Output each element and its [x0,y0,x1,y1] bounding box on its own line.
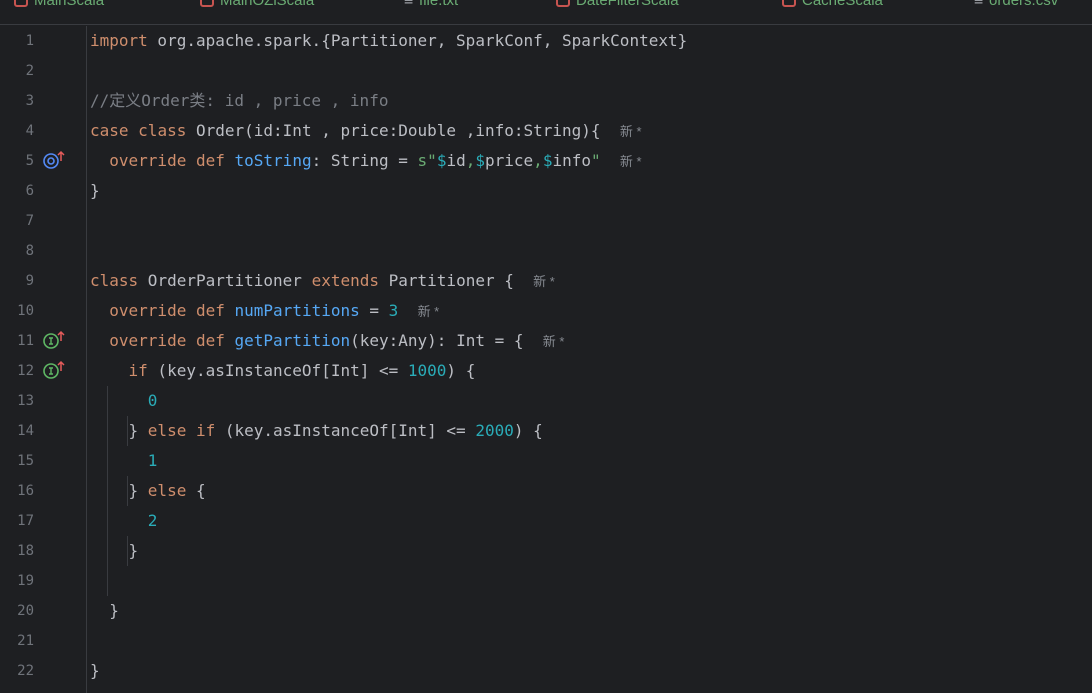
line-number: 20 [17,603,34,619]
code-line: if (key.asInstanceOf[Int] <= 1000) { [128,361,476,380]
tab-label: MainOZiScala [220,0,315,9]
tab-main-scala[interactable]: MainScala [14,0,105,9]
code-line: import org.apache.spark.{Partitioner, Sp… [90,31,688,50]
code-line: class OrderPartitioner extends Partition… [90,271,555,290]
tab-orders-csv[interactable]: ≡ orders.csv [974,0,1059,9]
line-number: 2 [25,63,34,79]
override-target-icon[interactable] [42,150,66,170]
code-line: } [128,541,139,560]
tab-label: orders.csv [989,0,1059,9]
line-number: 5 [25,153,34,169]
code-line: case class Order(id:Int , price:Double ,… [90,121,642,140]
code-editor[interactable]: import org.apache.spark.{Partitioner, Sp… [90,26,1090,693]
scala-file-icon [14,0,28,7]
text-file-icon: ≡ [404,0,414,9]
line-number: 17 [17,513,34,529]
code-line: //定义Order类: id , price , info [90,91,389,110]
line-number: 22 [17,663,34,679]
tab-file-txt[interactable]: ≡ file.txt [404,0,459,9]
implements-up-icon[interactable] [42,330,66,350]
tab-main-ozi-scala[interactable]: MainOZiScala [200,0,315,9]
author-hint[interactable]: 新 * [620,124,642,139]
author-hint[interactable]: 新 * [418,304,440,319]
code-line: 2 [147,511,158,530]
code-line: override def numPartitions = 3 新 * [109,301,440,320]
scala-file-icon [782,0,796,7]
line-number: 18 [17,543,34,559]
line-number: 13 [17,393,34,409]
line-number: 8 [25,243,34,259]
code-line: } else if (key.asInstanceOf[Int] <= 2000… [128,421,543,440]
author-hint[interactable]: 新 * [533,274,555,289]
line-number: 21 [17,633,34,649]
line-number: 12 [17,363,34,379]
line-number: 7 [25,213,34,229]
line-number: 6 [25,183,34,199]
line-number: 1 [25,33,34,49]
code-line: } [109,601,119,620]
tab-cache-scala[interactable]: CacheScala [782,0,883,9]
tab-label: CacheScala [802,0,883,9]
code-line: 1 [147,451,158,470]
code-line: } [90,661,100,680]
line-number: 10 [17,303,34,319]
code-line: } else { [128,481,206,500]
editor-tab-bar: MainScala MainOZiScala ≡ file.txt DateFil… [0,0,1092,25]
editor-gutter: 1 2 3 4 5 6 7 8 9 10 11 12 13 14 15 16 1… [0,26,86,693]
code-line: override def getPartition(key:Any): Int … [109,331,565,350]
author-hint[interactable]: 新 * [620,154,642,169]
author-hint[interactable]: 新 * [543,334,565,349]
gutter-divider [86,26,87,693]
code-line: } [90,181,100,200]
line-number: 15 [17,453,34,469]
code-line: override def toString: String = s"$id,$p… [109,151,642,170]
scala-file-icon [200,0,214,7]
scala-file-icon [556,0,570,7]
tab-label: MainScala [34,0,105,9]
tab-date-filter-scala[interactable]: DateFilterScala [556,0,679,9]
tab-label: file.txt [419,0,459,9]
tab-label: DateFilterScala [576,0,679,9]
line-number: 14 [17,423,34,439]
code-line: 0 [147,391,158,410]
line-number: 19 [17,573,34,589]
line-number: 9 [25,273,34,289]
implements-up-icon[interactable] [42,360,66,380]
line-number: 4 [25,123,34,139]
line-number: 3 [25,93,34,109]
text-file-icon: ≡ [974,0,984,9]
line-number: 16 [17,483,34,499]
line-number: 11 [17,333,34,349]
